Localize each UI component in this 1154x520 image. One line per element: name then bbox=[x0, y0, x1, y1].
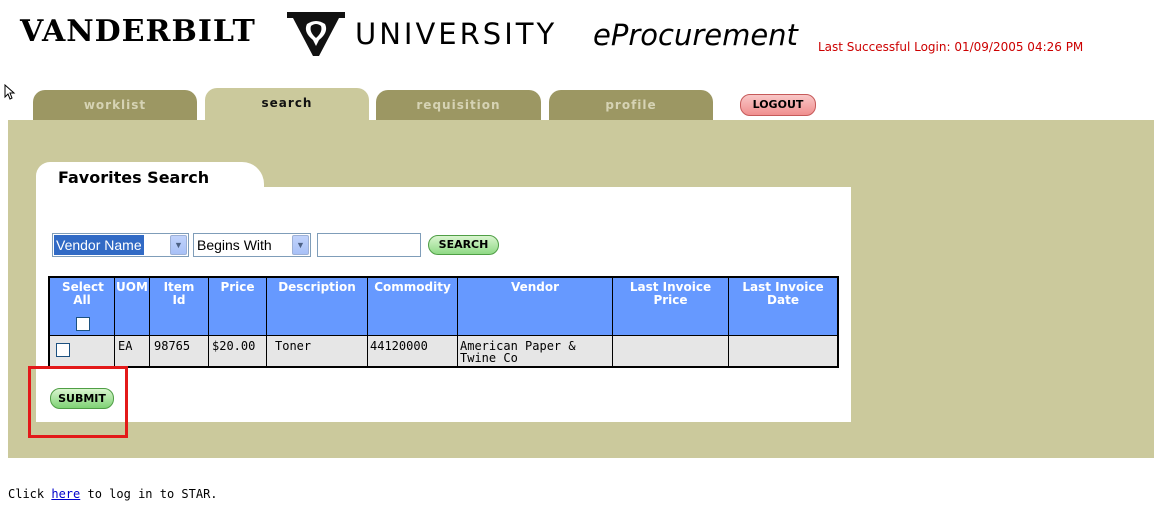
annotation-highlight-box bbox=[28, 366, 128, 438]
footer-prefix: Click bbox=[8, 487, 52, 501]
header-select-all-label: Select All bbox=[62, 280, 104, 307]
header-item-id: Item Id bbox=[150, 278, 209, 335]
header-item-id-label: Item Id bbox=[163, 280, 195, 307]
header-last-invoice-date: Last Invoice Date bbox=[742, 280, 824, 307]
search-input[interactable] bbox=[317, 233, 421, 257]
tab-requisition[interactable]: requisition bbox=[376, 90, 541, 120]
cell-item-id: 98765 bbox=[150, 336, 209, 367]
footer-text: Click here to log in to STAR. bbox=[8, 487, 218, 501]
cell-commodity: 44120000 bbox=[368, 336, 458, 367]
brand-vanderbilt: VANDERBILT bbox=[20, 14, 256, 49]
search-button[interactable]: SEARCH bbox=[428, 235, 499, 255]
chevron-down-icon[interactable]: ▼ bbox=[170, 235, 187, 255]
table-row: EA 98765 $20.00 Toner 44120000 American … bbox=[50, 335, 837, 367]
tab-worklist[interactable]: worklist bbox=[33, 90, 197, 120]
search-field-select[interactable]: Vendor Name ▼ bbox=[52, 233, 189, 257]
search-field-value: Vendor Name bbox=[54, 235, 144, 255]
brand-university: UNIVERSITY bbox=[355, 17, 558, 51]
cell-last-invoice-date bbox=[729, 336, 837, 367]
row-select-checkbox[interactable] bbox=[56, 343, 70, 357]
logout-button[interactable]: LOGOUT bbox=[740, 94, 816, 116]
header-commodity: Commodity bbox=[368, 278, 458, 335]
chevron-down-icon[interactable]: ▼ bbox=[292, 235, 309, 255]
vanderbilt-v-oak-logo-icon bbox=[287, 12, 345, 56]
product-name: eProcurement bbox=[593, 18, 798, 52]
cell-uom: EA bbox=[115, 336, 150, 367]
tab-search[interactable]: search bbox=[205, 88, 369, 122]
select-all-checkbox[interactable] bbox=[76, 317, 90, 331]
header-description: Description bbox=[267, 278, 368, 335]
footer-suffix: to log in to STAR. bbox=[80, 487, 218, 501]
search-operator-select[interactable]: Begins With ▼ bbox=[193, 233, 311, 257]
header-last-invoice-price: Last Invoice Price bbox=[613, 278, 729, 335]
search-operator-value: Begins With bbox=[197, 237, 272, 253]
header-price: Price bbox=[209, 278, 267, 335]
star-login-link[interactable]: here bbox=[51, 487, 80, 501]
mouse-pointer-icon bbox=[4, 84, 16, 100]
app-header: VANDERBILT UNIVERSITY eProcurement Last … bbox=[0, 0, 1154, 80]
results-table: Select All UOM Item Id Price Description… bbox=[48, 276, 839, 368]
cell-last-invoice-price bbox=[613, 336, 729, 367]
row-select-cell bbox=[50, 336, 115, 367]
cell-price: $20.00 bbox=[209, 336, 267, 367]
cell-description: Toner bbox=[267, 336, 368, 367]
last-login-text: Last Successful Login: 01/09/2005 04:26 … bbox=[818, 40, 1084, 54]
header-vendor: Vendor bbox=[458, 278, 613, 335]
header-select-all: Select All bbox=[50, 278, 115, 335]
panel-title: Favorites Search bbox=[58, 168, 210, 187]
cell-vendor: American Paper & Twine Co bbox=[458, 336, 613, 367]
header-uom: UOM bbox=[115, 278, 150, 335]
tab-profile[interactable]: profile bbox=[549, 90, 713, 120]
table-header: Select All UOM Item Id Price Description… bbox=[50, 278, 837, 335]
